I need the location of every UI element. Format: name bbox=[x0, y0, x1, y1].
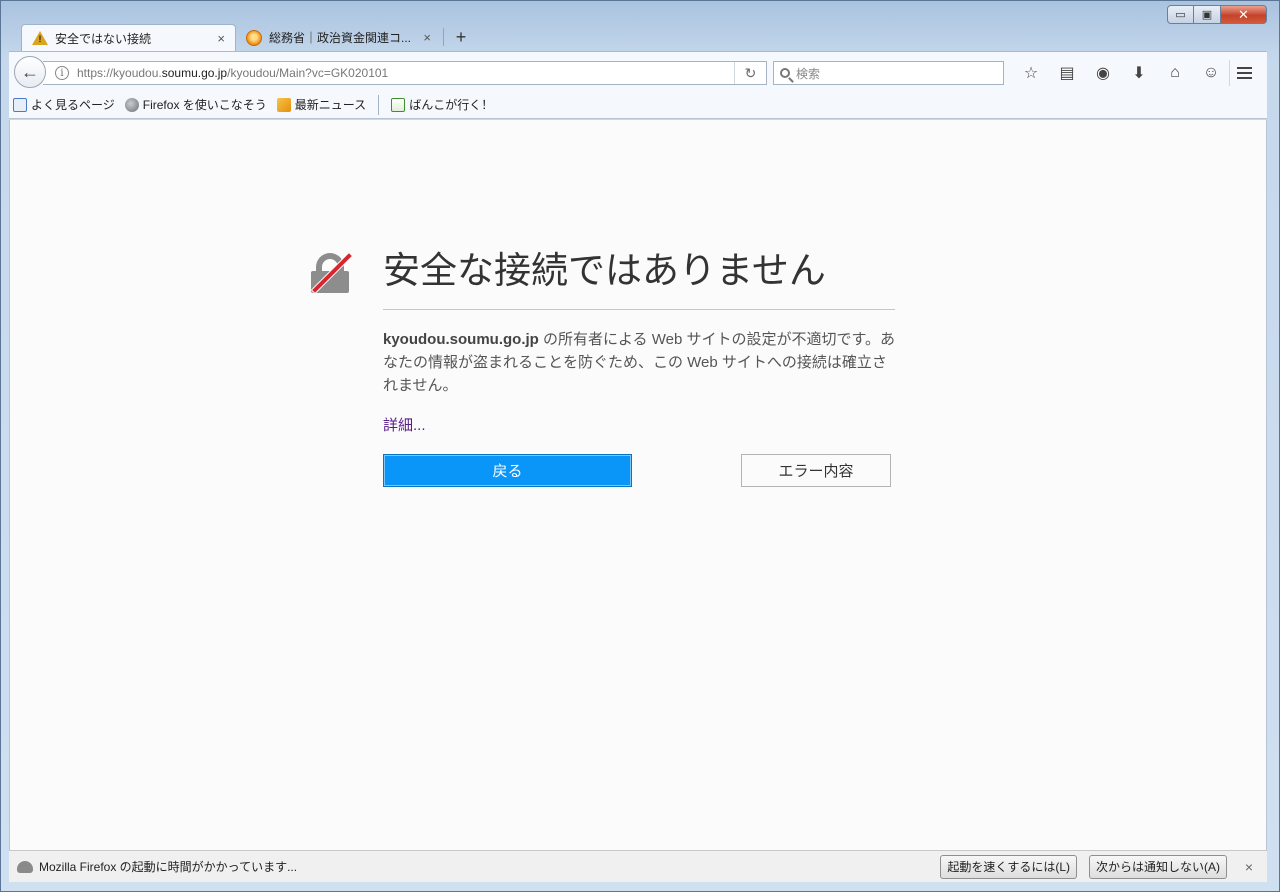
maximize-button[interactable]: ▣ bbox=[1194, 5, 1221, 24]
home-icon[interactable]: ⌂ bbox=[1157, 62, 1193, 84]
hamburger-menu-icon[interactable] bbox=[1229, 60, 1259, 86]
bookmark-banko[interactable]: ばんこが行く！ bbox=[391, 96, 493, 113]
bookmark-star-icon[interactable]: ☆ bbox=[1013, 62, 1049, 84]
speed-up-startup-button[interactable]: 起動を速くするには(L) bbox=[940, 854, 1077, 879]
globe-icon bbox=[124, 97, 139, 112]
reading-list-icon[interactable]: ▤ bbox=[1049, 62, 1085, 84]
downloads-icon[interactable]: ⬇ bbox=[1121, 62, 1157, 84]
tab-strip: ! 安全ではない接続 × 総務省｜政治資金関連コ... × + bbox=[21, 23, 476, 51]
url-prefix: https://kyoudou. bbox=[77, 66, 162, 80]
learn-more-link[interactable]: 詳細... bbox=[383, 414, 426, 435]
most-visited-icon bbox=[13, 97, 27, 112]
hello-chat-icon[interactable]: ☺ bbox=[1193, 62, 1229, 84]
back-icon[interactable]: ← bbox=[14, 56, 46, 88]
navigation-toolbar: i https://kyoudou.soumu.go.jp/kyoudou/Ma… bbox=[9, 51, 1267, 91]
url-text[interactable]: https://kyoudou.soumu.go.jp/kyoudou/Main… bbox=[77, 66, 734, 80]
close-window-button[interactable]: ✕ bbox=[1221, 5, 1267, 24]
error-domain: kyoudou.soumu.go.jp bbox=[383, 331, 539, 348]
tab-soumu[interactable]: 総務省｜政治資金関連コ... × bbox=[236, 24, 441, 51]
error-description: kyoudou.soumu.go.jp の所有者による Web サイトの設定が不… bbox=[383, 328, 895, 397]
site-info-icon[interactable]: i bbox=[55, 66, 69, 80]
search-icon bbox=[780, 68, 790, 78]
broken-lock-icon bbox=[310, 253, 352, 293]
tab-insecure-connection[interactable]: ! 安全ではない接続 × bbox=[21, 24, 236, 51]
tab-close-icon[interactable]: × bbox=[217, 31, 225, 46]
soumu-favicon-icon bbox=[246, 29, 262, 46]
bookmark-label: よく見るページ bbox=[31, 98, 115, 112]
tab-separator bbox=[443, 28, 444, 46]
dont-notify-button[interactable]: 次からは通知しない(A) bbox=[1089, 854, 1227, 879]
error-details-button[interactable]: エラー内容 bbox=[741, 454, 891, 487]
bookmark-latest-news[interactable]: 最新ニュース bbox=[276, 96, 367, 113]
page-content: 安全な接続ではありません kyoudou.soumu.go.jp の所有者による… bbox=[9, 120, 1267, 850]
tab-title: 総務省｜政治資金関連コ... bbox=[269, 31, 412, 45]
bookmark-label: 最新ニュース bbox=[294, 98, 367, 112]
bookmark-most-visited[interactable]: よく見るページ bbox=[13, 96, 115, 113]
banko-icon bbox=[391, 97, 406, 112]
toolbar-icons: ☆ ▤ ◉ ⬇ ⌂ ☺ bbox=[1013, 62, 1229, 84]
bookmarks-toolbar: よく見るページ Firefox を使いこなそう 最新ニュース ばんこが行く！ bbox=[9, 91, 1267, 119]
title-divider bbox=[383, 309, 895, 310]
url-path: /kyoudou/Main?vc=GK020101 bbox=[227, 66, 389, 80]
slow-startup-turtle-icon bbox=[17, 860, 33, 873]
bookmark-separator bbox=[378, 94, 380, 115]
bookmark-label: ばんこが行く！ bbox=[409, 98, 494, 112]
tab-title: 安全ではない接続 bbox=[55, 31, 152, 46]
rss-icon bbox=[276, 97, 291, 112]
error-title: 安全な接続ではありません bbox=[383, 250, 826, 291]
url-bar[interactable]: i https://kyoudou.soumu.go.jp/kyoudou/Ma… bbox=[43, 61, 767, 85]
bookmark-label: Firefox を使いこなそう bbox=[142, 98, 267, 112]
new-tab-button[interactable]: + bbox=[446, 24, 476, 51]
url-domain: soumu.go.jp bbox=[161, 66, 228, 80]
search-placeholder: 検索 bbox=[796, 66, 821, 81]
tab-close-icon[interactable]: × bbox=[423, 30, 431, 45]
go-back-button[interactable]: 戻る bbox=[383, 454, 632, 487]
warning-icon: ! bbox=[32, 31, 48, 45]
notification-bar: Mozilla Firefox の起動に時間がかかっています... 起動を速くす… bbox=[9, 850, 1267, 882]
pocket-icon[interactable]: ◉ bbox=[1085, 62, 1121, 84]
notification-close-icon[interactable]: × bbox=[1239, 859, 1259, 875]
window-caption-buttons: ▭ ▣ ✕ bbox=[1167, 5, 1267, 24]
notification-message: Mozilla Firefox の起動に時間がかかっています... bbox=[39, 860, 298, 874]
browser-window: ▭ ▣ ✕ ! 安全ではない接続 × 総務省｜政治資金関連コ... × + i … bbox=[0, 0, 1280, 892]
search-input[interactable]: 検索 bbox=[773, 61, 1004, 85]
reload-icon[interactable]: ↻ bbox=[734, 62, 766, 84]
minimize-button[interactable]: ▭ bbox=[1167, 5, 1194, 24]
bookmark-firefox-tips[interactable]: Firefox を使いこなそう bbox=[124, 96, 267, 113]
